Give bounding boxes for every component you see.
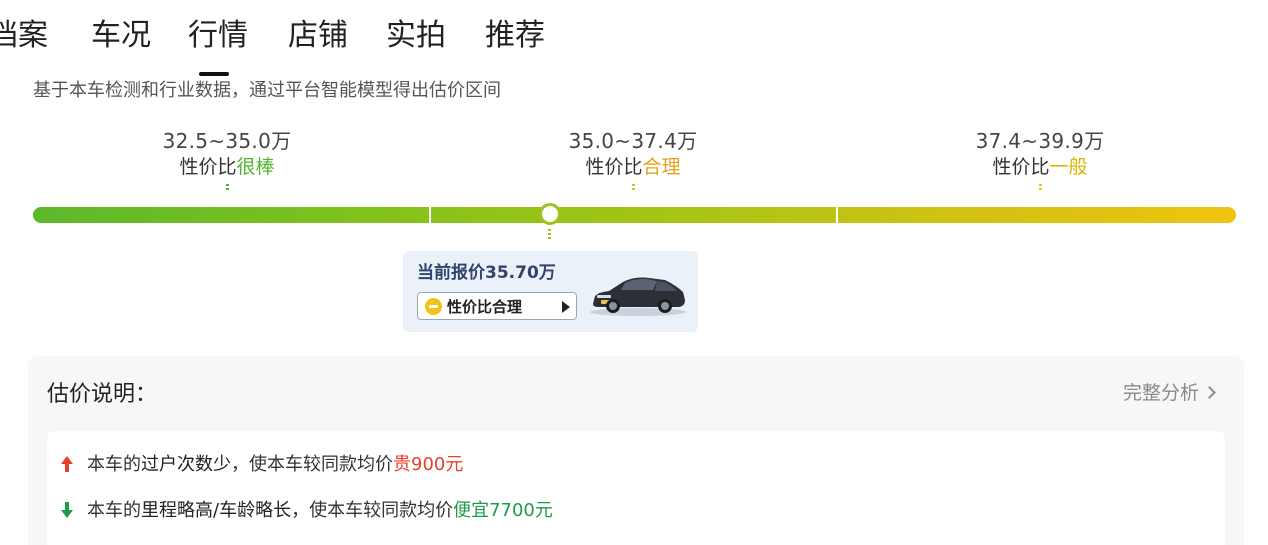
range-dots xyxy=(225,184,229,192)
range-prefix: 性价比 xyxy=(179,156,237,178)
price-range-fair: 35.0~37.4万 性价比合理 xyxy=(503,128,763,192)
tab-condition[interactable]: 车况 xyxy=(91,16,151,56)
tab-photos[interactable]: 实拍 xyxy=(386,16,446,56)
sedan-car-icon xyxy=(590,277,686,316)
factor-middle: ，使本车较同款均价 xyxy=(291,500,454,521)
factor-prefix: 本车的 xyxy=(87,454,141,475)
factor-name: 过户次数少 xyxy=(141,454,231,475)
range-prefix: 性价比 xyxy=(585,156,643,178)
marker-dots xyxy=(548,229,551,241)
range-grade: 很棒 xyxy=(236,156,275,178)
explanation-title: 估价说明： xyxy=(47,382,158,407)
full-analysis-label: 完整分析 xyxy=(1122,382,1199,404)
factor-list: 本车的过户次数少，使本车较同款均价贵900元 本车的里程略高/车龄略长，使本车较… xyxy=(47,431,1225,545)
active-tab-indicator xyxy=(199,72,229,76)
list-item: 本车的过户次数少，使本车较同款均价贵900元 xyxy=(61,452,463,478)
range-label: 性价比一般 xyxy=(910,154,1170,180)
price-gradient-bar xyxy=(33,207,1236,223)
range-grade: 合理 xyxy=(642,156,681,178)
tab-archive[interactable]: 档案 xyxy=(0,16,48,56)
range-prefix: 性价比 xyxy=(992,156,1050,178)
list-item: 本车的里程略高/车龄略长，使本车较同款均价便宜7700元 xyxy=(61,498,553,524)
valuation-explanation-panel: 估价说明： 完整分析 本车的过户次数少，使本车较同款均价贵900元 本车的里程略… xyxy=(28,356,1244,545)
price-range-great: 32.5~35.0万 性价比很棒 xyxy=(97,128,357,192)
range-price: 37.4~39.9万 xyxy=(975,129,1105,153)
factor-middle: ，使本车较同款均价 xyxy=(231,454,393,475)
valuation-description: 基于本车检测和行业数据，通过平台智能模型得出估价区间 xyxy=(33,80,501,101)
value-rating-label: 性价比合理 xyxy=(447,298,523,316)
chevron-right-icon xyxy=(1203,386,1216,399)
full-analysis-link[interactable]: 完整分析 xyxy=(1122,378,1216,408)
factor-effect: 便宜7700元 xyxy=(453,500,553,521)
range-label: 性价比很棒 xyxy=(97,154,357,180)
tab-store[interactable]: 店铺 xyxy=(288,16,348,56)
value-rating-badge[interactable]: 性价比合理 xyxy=(417,292,577,320)
neutral-face-icon xyxy=(425,298,442,315)
range-grade: 一般 xyxy=(1049,156,1088,178)
range-price: 32.5~35.0万 xyxy=(162,129,292,153)
range-price: 35.0~37.4万 xyxy=(568,129,698,153)
play-arrow-icon xyxy=(562,301,570,313)
current-price-title: 当前报价35.70万 xyxy=(417,263,556,283)
arrow-up-icon xyxy=(61,456,73,472)
factor-prefix: 本车的 xyxy=(87,500,141,521)
price-range-average: 37.4~39.9万 性价比一般 xyxy=(910,128,1170,192)
current-price-marker xyxy=(539,203,561,225)
range-dots xyxy=(631,184,635,192)
factor-effect: 贵900元 xyxy=(393,454,464,475)
factor-name: 里程略高/车龄略长 xyxy=(141,500,292,521)
tab-market[interactable]: 行情 xyxy=(188,16,248,56)
tab-recommend[interactable]: 推荐 xyxy=(485,16,545,56)
range-label: 性价比合理 xyxy=(503,154,763,180)
current-price-card: 当前报价35.70万 性价比合理 xyxy=(403,251,698,332)
bar-divider xyxy=(429,207,431,223)
bar-divider xyxy=(836,207,838,223)
range-dots xyxy=(1038,184,1042,192)
arrow-down-icon xyxy=(61,502,73,518)
